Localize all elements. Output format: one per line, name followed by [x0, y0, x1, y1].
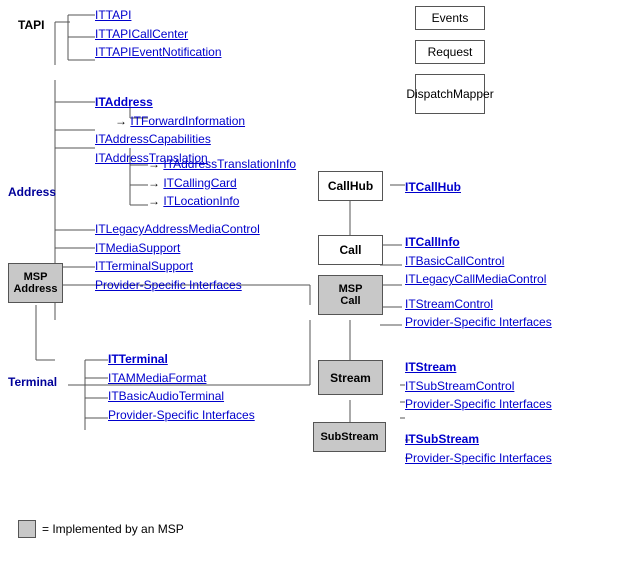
itaddresscapabilities-link[interactable]: ITAddressCapabilities — [95, 130, 245, 149]
itlocationinfo-link[interactable]: ITLocationInfo — [148, 192, 296, 211]
itaddresstranslationinfo-link[interactable]: ITAddressTranslationInfo — [148, 155, 296, 174]
ittapi-link[interactable]: ITTAPI — [95, 6, 222, 25]
itcallingcard-link[interactable]: ITCallingCard — [148, 174, 296, 193]
itammediaformat-link[interactable]: ITAMMediaFormat — [108, 369, 255, 388]
translation-sublinks: ITAddressTranslationInfo ITCallingCard I… — [148, 155, 296, 211]
itcallinfo-link[interactable]: ITCallInfo — [405, 233, 552, 252]
stream-box: Stream — [318, 360, 383, 395]
callhub-box: CallHub — [318, 171, 383, 201]
itsubstreamcontrol-link[interactable]: ITSubStreamControl — [405, 377, 552, 396]
msp-address-box: MSPAddress — [8, 263, 63, 303]
address-label: Address — [8, 185, 56, 199]
msp-call-box: MSPCall — [318, 275, 383, 315]
itlegacycallmediacontrol-link[interactable]: ITLegacyCallMediaControl — [405, 270, 552, 289]
request-button[interactable]: Request — [415, 40, 485, 64]
call-links: ITCallInfo ITBasicCallControl ITLegacyCa… — [405, 233, 552, 332]
dispatch-label: Dispatch — [406, 87, 453, 101]
legend-box — [18, 520, 36, 538]
itlegacyaddressmediacontrol-link[interactable]: ITLegacyAddressMediaControl — [95, 220, 260, 239]
itstream-link[interactable]: ITStream — [405, 358, 552, 377]
mapper-label: Mapper — [453, 87, 494, 101]
itbasicaudioterminal-link[interactable]: ITBasicAudioTerminal — [108, 387, 255, 406]
tapi-label: TAPI — [18, 18, 44, 32]
terminal-links: ITTerminal ITAMMediaFormat ITBasicAudioT… — [108, 350, 255, 424]
substream-links: ITSubStream Provider-Specific Interfaces — [405, 430, 552, 467]
itmediasupport-link[interactable]: ITMediaSupport — [95, 239, 260, 258]
ittapieventnotification-link[interactable]: ITTAPIEventNotification — [95, 43, 222, 62]
itsubstream-link[interactable]: ITSubStream — [405, 430, 552, 449]
providerspecific2-link[interactable]: Provider-Specific Interfaces — [405, 313, 552, 332]
itcallhub-link[interactable]: ITCallHub — [405, 178, 461, 197]
providerspecific3-link[interactable]: Provider-Specific Interfaces — [108, 406, 255, 425]
dispatch-button[interactable]: Dispatch Mapper — [415, 74, 485, 114]
callhub-links: ITCallHub — [405, 178, 461, 197]
substream-box: SubStream — [313, 422, 386, 452]
legend-text: = Implemented by an MSP — [42, 522, 184, 536]
itstreamcontrol-link[interactable]: ITStreamControl — [405, 295, 552, 314]
providerspecific1-link[interactable]: Provider-Specific Interfaces — [95, 276, 260, 295]
itforwardinformation-link[interactable]: ITForwardInformation — [95, 112, 245, 131]
providerspecific4-link[interactable]: Provider-Specific Interfaces — [405, 395, 552, 414]
providerspecific5-link[interactable]: Provider-Specific Interfaces — [405, 449, 552, 468]
terminal-label: Terminal — [8, 375, 57, 389]
itterminal-link[interactable]: ITTerminal — [108, 350, 255, 369]
call-box: Call — [318, 235, 383, 265]
tapi-links: ITTAPI ITTAPICallCenter ITTAPIEventNotif… — [95, 6, 222, 62]
stream-links: ITStream ITSubStreamControl Provider-Spe… — [405, 358, 552, 414]
diagram: TAPI ITTAPI ITTAPICallCenter ITTAPIEvent… — [0, 0, 628, 569]
itterminalsupport-link[interactable]: ITTerminalSupport — [95, 257, 260, 276]
itaddress-link[interactable]: ITAddress — [95, 93, 245, 112]
events-button[interactable]: Events — [415, 6, 485, 30]
address-links2: ITLegacyAddressMediaControl ITMediaSuppo… — [95, 220, 260, 294]
ittapicallcenter-link[interactable]: ITTAPICallCenter — [95, 25, 222, 44]
itbasiccallcontrol-link[interactable]: ITBasicCallControl — [405, 252, 552, 271]
